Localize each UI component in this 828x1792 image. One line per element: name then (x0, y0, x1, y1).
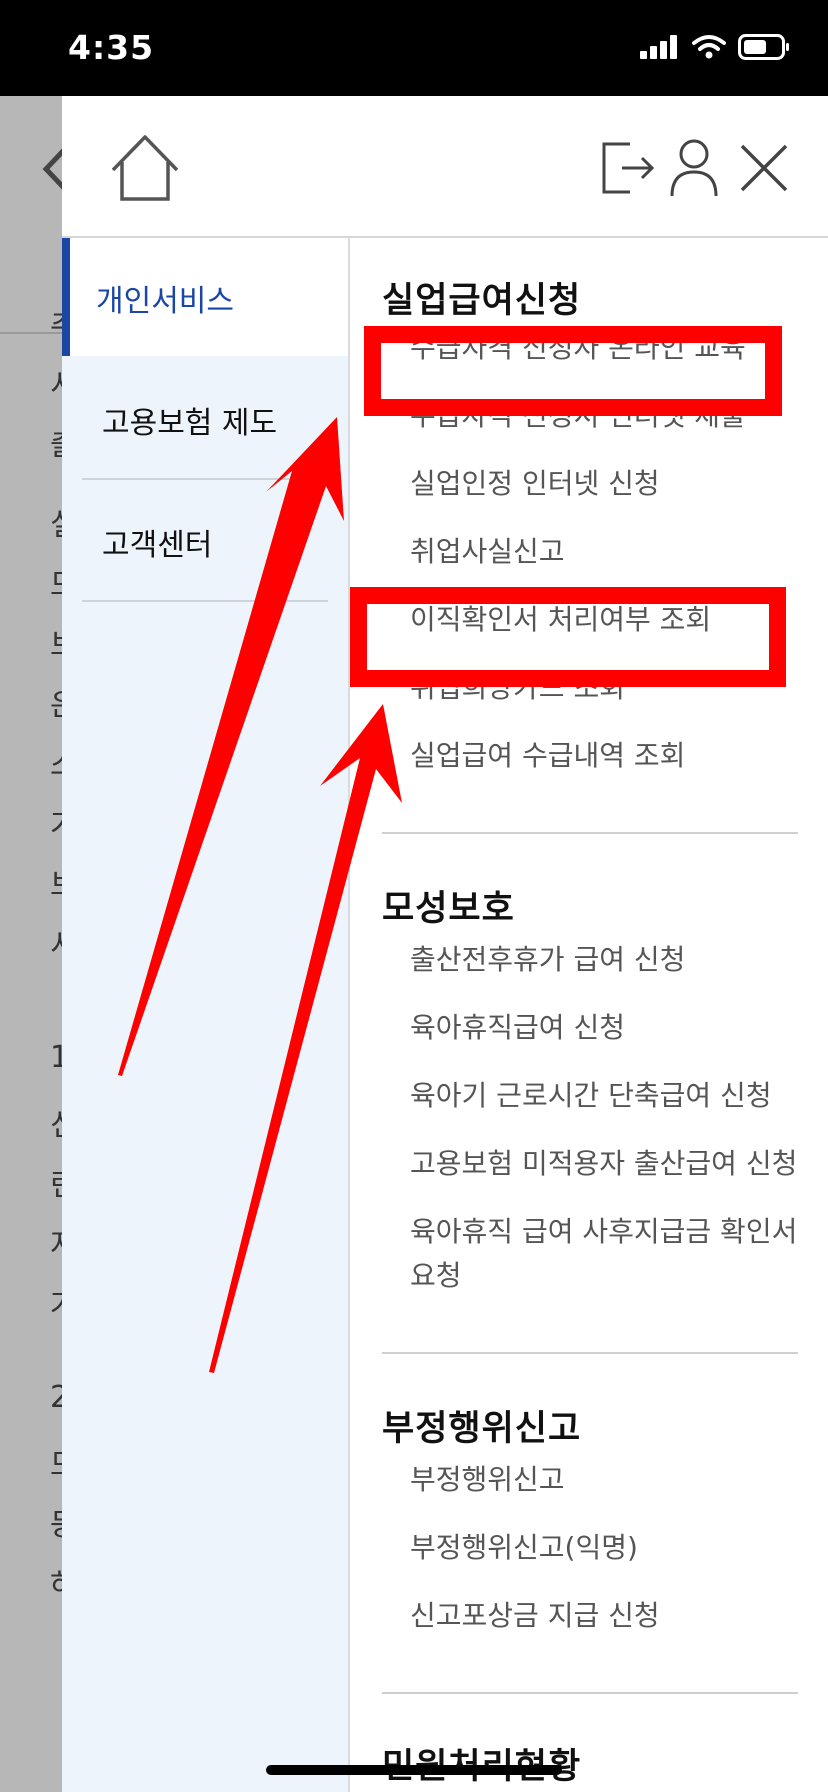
nav-item-label: 고객센터 (102, 528, 213, 563)
background-char: 브 (50, 860, 62, 904)
background-char: 서 (50, 920, 62, 964)
wifi-icon (692, 35, 726, 59)
background-char: 거 (50, 1280, 62, 1324)
battery-icon (738, 34, 789, 60)
section-divider (382, 1352, 798, 1354)
home-icon[interactable] (108, 132, 182, 204)
close-icon[interactable] (736, 136, 792, 200)
section-title-maternity: 모성보호 (382, 889, 515, 929)
background-char: 등 (50, 1500, 62, 1544)
nav-item-personal-service[interactable]: 개인서비스 (62, 238, 348, 356)
background-char: 모 (50, 1440, 62, 1484)
chevron-left-icon (42, 148, 62, 190)
user-icon[interactable] (666, 136, 722, 200)
nav-item-employment-insurance[interactable]: 고용보험 제도 (62, 358, 348, 478)
background-char: 신 (50, 1100, 62, 1144)
nav-item-label: 개인서비스 (96, 284, 234, 319)
nav-divider (82, 600, 328, 602)
background-char: 린 (50, 1160, 62, 1204)
background-char: 스 (50, 740, 62, 784)
background-char: 모 (50, 560, 62, 604)
link-fraud-report-anonymous[interactable]: 부정행위신고(익명) (410, 1526, 638, 1570)
section-divider (382, 1692, 798, 1694)
link-benefit-history[interactable]: 실업급여 수급내역 조회 (410, 734, 685, 778)
status-bar: 4:35 (0, 0, 828, 96)
background-char: 2 (50, 1380, 62, 1415)
signal-icon (640, 35, 677, 59)
nav-item-customer-center[interactable]: 고객센터 (62, 480, 348, 600)
status-time: 4:35 (68, 28, 155, 67)
background-char: 은 (50, 680, 62, 724)
highlight-box (364, 326, 782, 416)
background-char: 저 (50, 1220, 62, 1264)
link-employment-report[interactable]: 취업사실신고 (410, 530, 565, 574)
section-title-complaint-status: 민원처리현황 (382, 1738, 581, 1789)
link-fraud-report[interactable]: 부정행위신고 (410, 1458, 565, 1502)
link-reward-request[interactable]: 신고포상금 지급 신청 (410, 1594, 660, 1638)
link-unemployment-recognition[interactable]: 실업인정 인터넷 신청 (410, 462, 660, 506)
background-char: 하 (50, 1560, 62, 1604)
nav-item-label: 고용보험 제도 (102, 406, 278, 441)
logout-icon[interactable] (600, 136, 656, 200)
highlight-box (350, 587, 786, 687)
link-maternity-leave[interactable]: 출산전후휴가 급여 신청 (410, 938, 685, 982)
link-uninsured-maternity[interactable]: 고용보험 미적용자 출산급여 신청 (410, 1142, 797, 1186)
background-char: 출 (50, 420, 62, 464)
background-page: 추서출실모브은스가브서1신린저거2모등하 (0, 96, 62, 1792)
link-deferred-payment[interactable]: 육아휴직 급여 사후지급금 확인서 요청 (410, 1210, 802, 1298)
section-title-fraud-report: 부정행위신고 (382, 1409, 582, 1449)
section-title-unemployment: 실업급여신청 (382, 281, 582, 321)
background-char: 서 (50, 360, 62, 404)
link-parental-leave[interactable]: 육아휴직급여 신청 (410, 1006, 625, 1050)
link-reduced-hours[interactable]: 육아기 근로시간 단축급여 신청 (410, 1074, 772, 1118)
drawer-header (62, 96, 828, 238)
background-char: 1 (50, 1040, 62, 1075)
background-char: 추 (50, 300, 62, 344)
status-icons (640, 34, 790, 60)
background-char: 실 (50, 500, 62, 544)
left-nav: 개인서비스 고용보험 제도 고객센터 (62, 238, 350, 1792)
background-char: 가 (50, 800, 62, 844)
home-indicator[interactable] (266, 1765, 562, 1775)
background-char: 브 (50, 620, 62, 664)
section-divider (382, 832, 798, 834)
